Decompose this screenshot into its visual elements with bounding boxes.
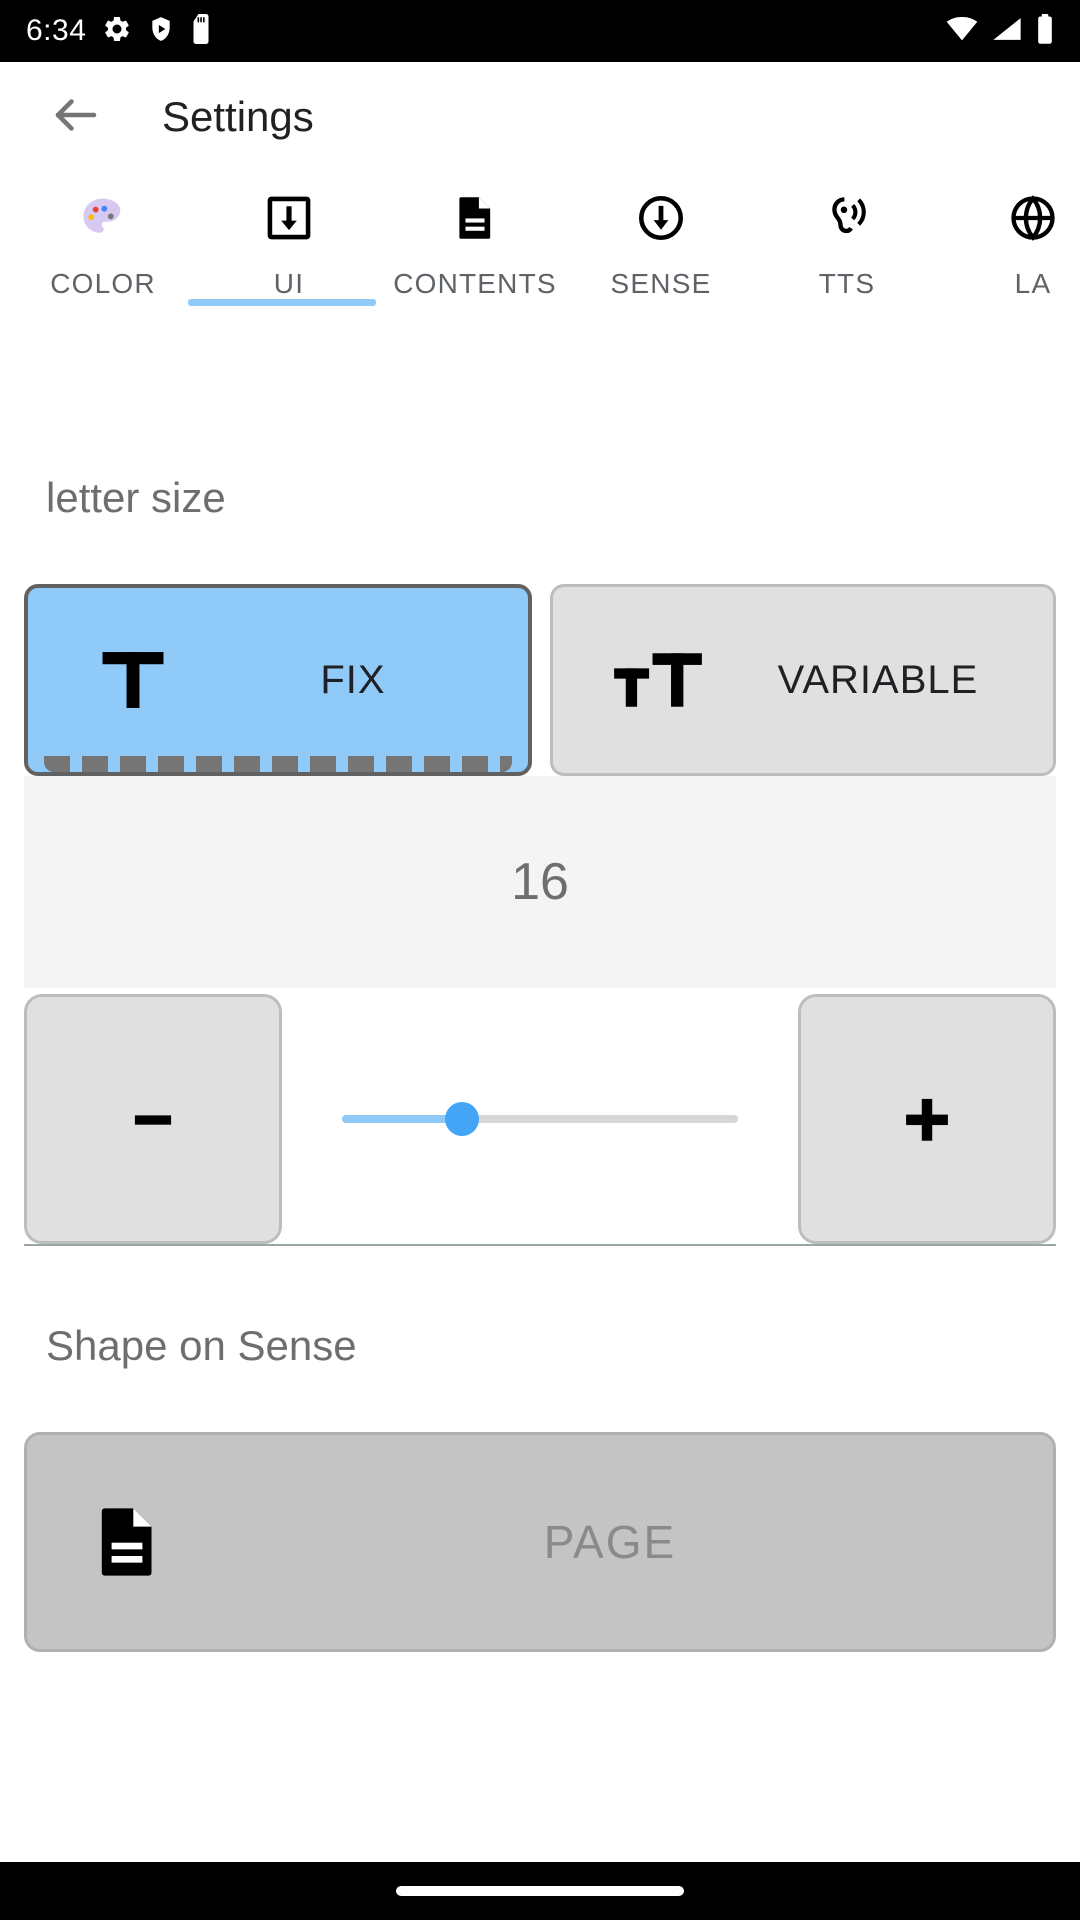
settings-tab-bar[interactable]: COLOR UI CONTENTS SENSE TTS LA: [0, 172, 1080, 352]
tab-label-language: LA: [1014, 268, 1052, 299]
box-download-icon: [263, 190, 315, 246]
tab-label-sense: SENSE: [610, 268, 712, 299]
letter-size-stepper-row[interactable]: [0, 994, 1080, 1244]
tab-label-ui: UI: [273, 268, 305, 299]
status-bar-left: 6:34: [26, 13, 212, 49]
tab-list[interactable]: COLOR UI CONTENTS SENSE TTS LA: [0, 172, 1080, 322]
selected-indicator: [44, 756, 512, 772]
circle-arrow-down-icon: [635, 190, 687, 246]
language-icon: [1007, 190, 1059, 246]
letter-size-option-fix[interactable]: FIX: [24, 584, 532, 776]
tab-tts[interactable]: TTS: [754, 172, 940, 300]
shape-option-page[interactable]: PAGE: [24, 1432, 1056, 1652]
letter-size-slider[interactable]: [282, 994, 798, 1244]
back-arrow-icon: [49, 88, 103, 147]
wifi-icon: [946, 16, 978, 47]
shield-play-icon: [148, 14, 174, 49]
letter-size-option-variable[interactable]: VARIABLE: [550, 584, 1056, 776]
tab-label-contents: CONTENTS: [393, 268, 557, 299]
letter-size-option-variable-label: VARIABLE: [777, 657, 979, 702]
page-title: Settings: [162, 93, 314, 140]
fix-single-t-icon: [58, 637, 208, 723]
shape-option-page-label: PAGE: [543, 1516, 677, 1568]
palette-icon: [77, 190, 129, 246]
tab-sense[interactable]: SENSE: [568, 172, 754, 300]
slider-fill: [342, 1115, 462, 1123]
home-gesture-pill[interactable]: [396, 1886, 684, 1896]
document-icon: [57, 1500, 197, 1584]
letter-size-value-display: 16: [24, 776, 1056, 988]
status-bar: 6:34: [0, 0, 1080, 62]
app-bar: Settings: [0, 62, 1080, 172]
tab-language[interactable]: LA: [940, 172, 1080, 300]
increase-button[interactable]: [798, 994, 1056, 1244]
tab-label-tts: TTS: [818, 268, 876, 299]
letter-size-value: 16: [511, 853, 569, 911]
tab-label-color: COLOR: [50, 268, 156, 299]
status-bar-clock: 6:34: [26, 14, 87, 47]
battery-icon: [1036, 13, 1054, 49]
tab-active-indicator: [188, 299, 376, 306]
system-navigation-bar: [0, 1862, 1080, 1920]
letter-size-option-fix-label: FIX: [320, 657, 386, 702]
plus-icon: [906, 1098, 948, 1141]
minus-icon: [134, 1115, 172, 1125]
cellular-signal-icon: [992, 16, 1022, 47]
slider-thumb[interactable]: [445, 1102, 479, 1136]
variable-double-t-icon: [583, 637, 733, 723]
tab-color[interactable]: COLOR: [10, 172, 196, 300]
shape-on-sense-options[interactable]: PAGE: [0, 1432, 1080, 1652]
letter-size-mode-toggle[interactable]: FIX VARIABLE: [0, 584, 1080, 776]
slider-track[interactable]: [342, 1102, 738, 1136]
decrease-button[interactable]: [24, 994, 282, 1244]
sd-card-icon: [190, 13, 212, 49]
section-divider: [24, 1244, 1056, 1246]
tab-ui[interactable]: UI: [196, 172, 382, 300]
gear-icon: [102, 14, 132, 49]
tab-contents[interactable]: CONTENTS: [382, 172, 568, 300]
back-button[interactable]: [40, 81, 112, 153]
document-lines-icon: [449, 190, 501, 246]
letter-size-heading: letter size: [46, 474, 226, 521]
shape-on-sense-heading: Shape on Sense: [46, 1322, 357, 1369]
status-bar-right: [946, 13, 1054, 49]
hearing-icon: [821, 190, 873, 246]
